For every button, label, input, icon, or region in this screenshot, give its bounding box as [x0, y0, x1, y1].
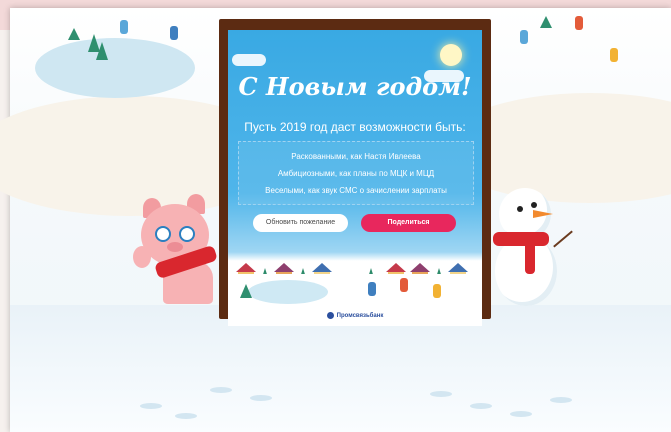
snowman-eye: [531, 202, 537, 208]
pig-eye: [179, 226, 195, 242]
wish-line: Веселыми, как звук СМС о зачислении зарп…: [265, 186, 447, 195]
tree: [540, 16, 552, 28]
footprint: [250, 395, 272, 401]
skater-figure: [610, 48, 618, 62]
snowman-character: [489, 188, 573, 308]
refresh-wish-button[interactable]: Обновить пожелание: [253, 214, 348, 232]
pig-hand: [133, 246, 151, 268]
tree: [68, 28, 80, 40]
snowman-nose: [533, 210, 553, 218]
skater-figure: [400, 278, 408, 292]
skater-figure: [368, 282, 376, 296]
wishes-box: Раскованными, как Настя Ивлеева Амбициоз…: [238, 141, 474, 205]
wish-line: Амбициозными, как планы по МЦК и МЦД: [277, 169, 435, 178]
bank-logo-icon: [326, 312, 334, 319]
greeting-card: С Новым годом! Пусть 2019 год даст возмо…: [228, 30, 482, 326]
skater-figure: [520, 30, 528, 44]
footprint: [510, 411, 532, 417]
page: С Новым годом! Пусть 2019 год даст возмо…: [0, 0, 671, 432]
card-title: С Новым годом!: [238, 72, 472, 101]
footprint: [550, 397, 572, 403]
card-pond: [248, 280, 328, 304]
skater-figure: [120, 20, 128, 34]
footprint: [140, 403, 162, 409]
skater-figure: [433, 284, 441, 298]
share-button[interactable]: Поделиться: [361, 214, 456, 232]
pig-snout: [167, 242, 183, 252]
footprint: [210, 387, 232, 393]
tree: [240, 284, 252, 298]
tree: [96, 42, 108, 60]
footprint: [175, 413, 197, 419]
footprint: [470, 403, 492, 409]
snowman-eye: [517, 206, 523, 212]
snowman-scarf-end: [525, 240, 535, 274]
wish-line: Раскованными, как Настя Ивлеева: [291, 152, 421, 161]
sun-icon: [440, 44, 462, 66]
left-pond: [35, 38, 195, 98]
skater-figure: [170, 26, 178, 40]
cloud: [232, 54, 266, 66]
bank-brand[interactable]: Промсвязьбанк: [228, 312, 482, 319]
snowman-scarf: [493, 232, 549, 246]
skater-figure: [575, 16, 583, 30]
bank-name: Промсвязьбанк: [336, 313, 384, 320]
footprint: [430, 391, 452, 397]
pig-eye: [155, 226, 171, 242]
card-subtitle: Пусть 2019 год даст возможности быть:: [244, 120, 466, 134]
pig-character: [133, 194, 219, 304]
